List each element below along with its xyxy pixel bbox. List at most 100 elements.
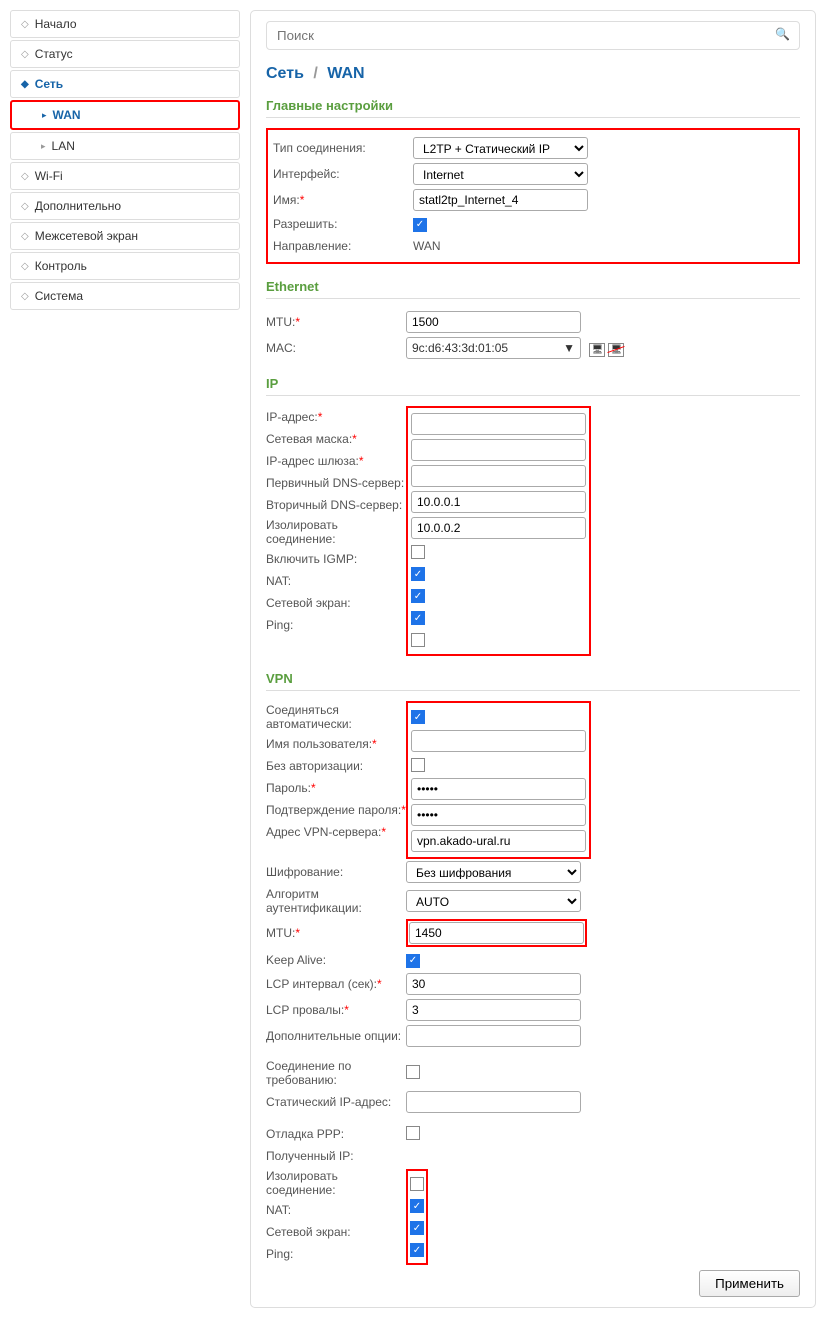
label-direction: Направление: [273, 239, 413, 253]
input-dns1[interactable] [411, 491, 586, 513]
checkbox-keepalive[interactable]: ✓ [406, 954, 420, 968]
expand-icon: ◇ [21, 171, 29, 182]
label-auth: Алгоритм аутентификации: [266, 887, 406, 915]
label-user: Имя пользователя:* [266, 737, 406, 751]
highlight-main: Тип соединения:L2TP + Статический IP Инт… [266, 128, 800, 264]
checkbox-ip-firewall[interactable]: ✓ [411, 611, 425, 625]
input-dns2[interactable] [411, 517, 586, 539]
breadcrumb: Сеть / WAN [266, 65, 800, 83]
input-lcp-int[interactable] [406, 973, 581, 995]
select-interface[interactable]: Internet [413, 163, 588, 185]
arrow-icon: ▸ [41, 141, 46, 152]
label-ip-isolate: Изолировать соединение: [266, 518, 406, 546]
checkbox-ip-isolate[interactable] [411, 545, 425, 559]
value-direction: WAN [413, 239, 793, 253]
expand-icon: ◇ [21, 19, 29, 30]
input-gateway[interactable] [411, 465, 586, 487]
label-dns1: Первичный DNS-сервер: [266, 476, 406, 490]
checkbox-ip-nat[interactable]: ✓ [411, 589, 425, 603]
sidebar-item-control[interactable]: ◇Контроль [10, 252, 240, 280]
label-pass: Пароль:* [266, 781, 406, 795]
input-extra[interactable] [406, 1025, 581, 1047]
label-ip-firewall: Сетевой экран: [266, 596, 406, 610]
label-server: Адрес VPN-сервера:* [266, 825, 406, 839]
checkbox-ondemand[interactable] [406, 1065, 420, 1079]
expand-icon: ◇ [21, 49, 29, 60]
label-lcp-fail: LCP провалы:* [266, 1003, 406, 1017]
highlight-vpn-top: ✓ [406, 701, 591, 859]
input-pass[interactable] [411, 778, 586, 800]
sidebar-item-wan[interactable]: ▸WAN [10, 100, 240, 130]
label-static-ip: Статический IP-адрес: [266, 1095, 406, 1109]
sidebar-item-firewall[interactable]: ◇Межсетевой экран [10, 222, 240, 250]
sidebar-item-network[interactable]: ◆Сеть [10, 70, 240, 98]
checkbox-noauth[interactable] [411, 758, 425, 772]
label-lcp-int: LCP интервал (сек):* [266, 977, 406, 991]
sidebar-item-lan[interactable]: ▸LAN [10, 132, 240, 160]
section-title-vpn: VPN [266, 671, 800, 691]
label-vpn-nat: NAT: [266, 1203, 406, 1217]
checkbox-allow[interactable]: ✓ [413, 218, 427, 232]
label-enc: Шифрование: [266, 865, 406, 879]
label-vpn-mtu: MTU:* [266, 926, 406, 940]
checkbox-vpn-nat[interactable]: ✓ [410, 1199, 424, 1213]
section-title-main: Главные настройки [266, 98, 800, 118]
main-panel: 🔍 Сеть / WAN Главные настройки Тип соеди… [250, 10, 816, 1308]
section-title-ethernet: Ethernet [266, 279, 800, 299]
label-vpn-ping: Ping: [266, 1247, 406, 1261]
label-vpn-isolate: Изолировать соединение: [266, 1169, 406, 1197]
label-allow: Разрешить: [273, 217, 413, 231]
checkbox-igmp[interactable]: ✓ [411, 567, 425, 581]
expand-icon: ◇ [21, 231, 29, 242]
checkbox-vpn-firewall[interactable]: ✓ [410, 1221, 424, 1235]
select-auth[interactable]: AUTO [406, 890, 581, 912]
section-title-ip: IP [266, 376, 800, 396]
checkbox-debug[interactable] [406, 1126, 420, 1140]
expand-icon: ◇ [21, 201, 29, 212]
input-ip[interactable] [411, 413, 586, 435]
input-user[interactable] [411, 730, 586, 752]
label-pass2: Подтверждение пароля:* [266, 803, 406, 817]
sidebar-item-status[interactable]: ◇Статус [10, 40, 240, 68]
select-enc[interactable]: Без шифрования [406, 861, 581, 883]
label-noauth: Без авторизации: [266, 759, 406, 773]
dropdown-mac[interactable]: 9c:d6:43:3d:01:05▼ [406, 337, 581, 359]
label-auto: Соединяться автоматически: [266, 703, 406, 731]
sidebar-item-wifi[interactable]: ◇Wi-Fi [10, 162, 240, 190]
input-static-ip[interactable] [406, 1091, 581, 1113]
breadcrumb-part: WAN [327, 65, 364, 82]
sidebar-item-system[interactable]: ◇Система [10, 282, 240, 310]
input-server[interactable] [411, 830, 586, 852]
input-lcp-fail[interactable] [406, 999, 581, 1021]
apply-button[interactable]: Применить [699, 1270, 800, 1297]
label-debug: Отладка PPP: [266, 1127, 406, 1141]
input-mask[interactable] [411, 439, 586, 461]
label-ondemand: Соединение по требованию: [266, 1059, 406, 1087]
label-mask: Сетевая маска:* [266, 432, 406, 446]
input-name[interactable] [413, 189, 588, 211]
checkbox-vpn-ping[interactable]: ✓ [410, 1243, 424, 1257]
label-name: Имя:* [273, 193, 413, 207]
arrow-icon: ▸ [42, 110, 47, 121]
label-vpn-firewall: Сетевой экран: [266, 1225, 406, 1239]
expand-icon: ◆ [21, 79, 29, 90]
select-conn-type[interactable]: L2TP + Статический IP [413, 137, 588, 159]
checkbox-ip-ping[interactable] [411, 633, 425, 647]
mac-reset-icon[interactable]: 🖥 [608, 343, 624, 357]
label-conn-type: Тип соединения: [273, 141, 413, 155]
checkbox-auto[interactable]: ✓ [411, 710, 425, 724]
input-pass2[interactable] [411, 804, 586, 826]
label-eth-mtu: MTU:* [266, 315, 406, 329]
sidebar-item-advanced[interactable]: ◇Дополнительно [10, 192, 240, 220]
input-eth-mtu[interactable] [406, 311, 581, 333]
sidebar-item-start[interactable]: ◇Начало [10, 10, 240, 38]
breadcrumb-part[interactable]: Сеть [266, 65, 304, 82]
highlight-vpn-bottom: ✓ ✓ ✓ [406, 1169, 428, 1265]
search-input[interactable] [266, 21, 800, 50]
search-icon[interactable]: 🔍 [775, 27, 790, 41]
input-vpn-mtu[interactable] [409, 922, 584, 944]
mac-clone-icon[interactable]: 🖥 [589, 343, 605, 357]
checkbox-vpn-isolate[interactable] [410, 1177, 424, 1191]
label-extra: Дополнительные опции: [266, 1029, 406, 1043]
label-received-ip: Полученный IP: [266, 1149, 406, 1163]
